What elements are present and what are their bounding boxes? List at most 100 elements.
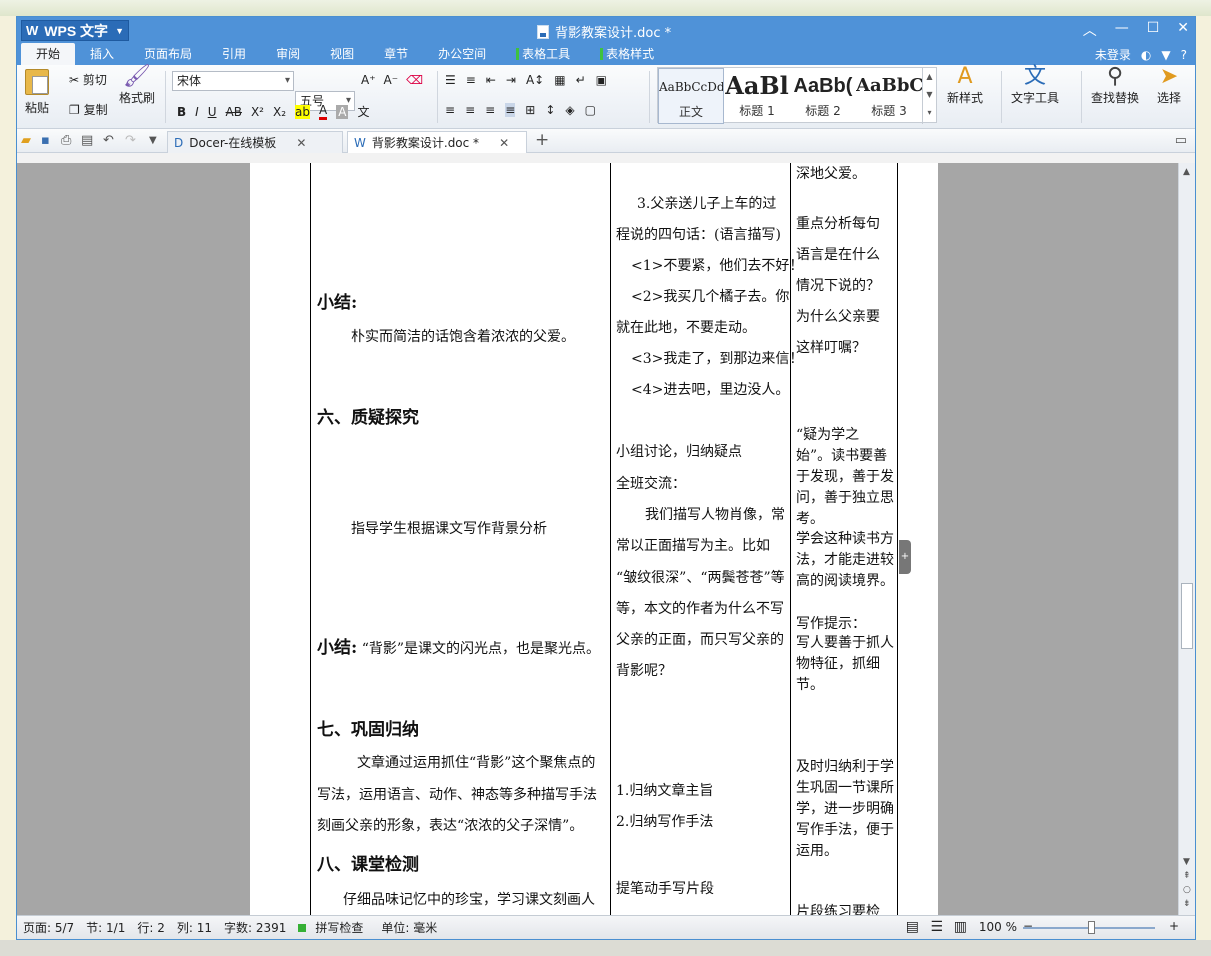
tab-references[interactable]: 引用 [207, 43, 261, 65]
scrollbar-thumb[interactable] [1181, 583, 1193, 649]
undo-icon[interactable]: ↶ [103, 133, 114, 148]
italic-icon[interactable]: I [195, 105, 199, 119]
shirt-icon[interactable]: ▼ [1161, 48, 1170, 62]
skin-icon[interactable]: ◐ [1141, 48, 1151, 62]
font-name-select[interactable]: 宋体 [172, 71, 294, 91]
underline-icon[interactable]: U [208, 105, 217, 119]
scroll-up-icon[interactable]: ▲ [1183, 167, 1190, 177]
zoom-out-icon[interactable]: − [1017, 919, 1039, 933]
prev-page-icon[interactable]: ⇞ [1183, 871, 1191, 881]
superscript-icon[interactable]: X² [251, 105, 264, 119]
save-icon[interactable]: ▪ [41, 133, 50, 148]
scroll-down-icon[interactable]: ▼ [1183, 857, 1190, 867]
justify-icon[interactable]: ≡ [505, 103, 516, 117]
char-shading-icon[interactable]: A [336, 104, 349, 119]
cut-button[interactable]: ✂ 剪切 [69, 71, 107, 88]
bullet-list-icon[interactable]: ☰ [445, 73, 456, 87]
tab-page-layout[interactable]: 页面布局 [129, 43, 207, 65]
decrease-indent-icon[interactable]: ⇤ [486, 73, 496, 87]
side-panel-toggle[interactable]: + [899, 540, 911, 574]
style-heading-1[interactable]: AaBl 标题 1 [724, 68, 790, 124]
next-page-icon[interactable]: ⇟ [1183, 899, 1191, 909]
help-button[interactable]: ? [1181, 48, 1187, 62]
zoom-slider-thumb[interactable] [1088, 921, 1095, 934]
text-direction-icon[interactable]: A↕ [526, 73, 544, 87]
grow-font-icon[interactable]: A⁺ [361, 73, 376, 87]
font-color-icon[interactable]: A [319, 103, 328, 120]
phonetic-icon[interactable]: 文 [357, 103, 369, 120]
minimize-button[interactable]: — [1115, 20, 1129, 40]
close-button[interactable]: ✕ [1177, 20, 1189, 40]
select-browse-icon[interactable]: ○ [1183, 885, 1191, 895]
new-tab-icon[interactable]: + [535, 130, 549, 150]
customize-chevron-icon[interactable]: ▼ [149, 135, 157, 146]
zoom-level[interactable]: 100 % [973, 920, 1023, 934]
tab-home[interactable]: 开始 [21, 43, 76, 65]
distributed-icon[interactable]: ⊞ [525, 103, 535, 117]
copy-button[interactable]: ❐ 复制 [69, 101, 108, 118]
align-right-icon[interactable]: ≡ [485, 103, 495, 117]
select-button[interactable]: ➤ 选择 [1157, 66, 1181, 106]
status-page[interactable]: 页面: 5/7 [17, 919, 80, 936]
find-replace-button[interactable]: ⚲ 查找替换 [1091, 66, 1139, 106]
web-view-icon[interactable]: ▥ [948, 919, 973, 935]
clear-format-icon[interactable]: ⌫ [406, 73, 423, 87]
format-painter-button[interactable]: 🖌 格式刷 [119, 66, 155, 106]
zoom-in-icon[interactable]: + [1163, 919, 1185, 933]
page-view-icon[interactable]: ▤ [900, 919, 925, 935]
note-f: 及时归纳利于学生巩固一节课所学，进一步明确写作手法，便于运用。 [796, 759, 894, 859]
tab-document[interactable]: W 背影教案设计.doc * ✕ [347, 131, 527, 153]
wps-logo-button[interactable]: W WPS 文字 ▼ [21, 20, 129, 41]
status-word-count[interactable]: 字数: 2391 [218, 919, 292, 936]
shrink-font-icon[interactable]: A⁻ [384, 73, 399, 87]
align-left-icon[interactable]: ≡ [445, 103, 455, 117]
print-preview-icon[interactable]: ▤ [81, 133, 93, 148]
tab-chapter[interactable]: 章节 [369, 43, 423, 65]
redo-icon[interactable]: ↷ [125, 133, 136, 148]
spell-check[interactable]: 拼写检查 [292, 919, 375, 936]
ribbon-separator [165, 71, 166, 123]
document-page[interactable]: 小结: 朴实而简洁的话饱含着浓浓的父爱。 六、质疑探究 指导学生根据课文写作背景… [250, 163, 938, 915]
outline-view-icon[interactable]: ☰ [924, 919, 949, 935]
tab-office-space[interactable]: 办公空间 [423, 43, 501, 65]
highlight-icon[interactable]: ab [295, 104, 310, 119]
style-heading-3[interactable]: AaBbC 标题 3 [856, 68, 922, 124]
tab-view[interactable]: 视图 [315, 43, 369, 65]
style-gallery-scroll[interactable]: ▲ ▼ ▾ [922, 68, 936, 124]
tab-table-style[interactable]: 表格样式 [585, 43, 669, 65]
table-grid-icon[interactable]: ▦ [554, 73, 565, 87]
ribbon-collapse-button[interactable]: ︿ [1083, 20, 1097, 40]
ribbon-separator [649, 71, 650, 123]
text-tools-button[interactable]: 文 文字工具 [1011, 66, 1059, 106]
print-icon[interactable]: ⎙ [61, 133, 71, 148]
tab-docer[interactable]: D Docer-在线模板 ✕ [167, 131, 343, 153]
tab-insert[interactable]: 插入 [75, 43, 129, 65]
maximize-button[interactable]: ☐ [1147, 20, 1160, 40]
tab-review[interactable]: 审阅 [261, 43, 315, 65]
style-normal[interactable]: AaBbCcDd 正文 [658, 68, 724, 124]
strikethrough-icon[interactable]: AB [226, 105, 242, 119]
login-link[interactable]: 未登录 [1095, 46, 1131, 63]
show-hide-icon[interactable]: ▣ [596, 73, 607, 87]
tab-table-tools[interactable]: 表格工具 [501, 43, 585, 65]
status-unit[interactable]: 单位: 毫米 [375, 919, 443, 936]
vertical-scrollbar[interactable]: ▲ ▼ ⇞ ○ ⇟ [1178, 163, 1195, 915]
open-folder-icon[interactable]: ▰ [21, 133, 31, 148]
section6-title: 六、质疑探究 [317, 408, 419, 428]
border-icon[interactable]: ▢ [585, 103, 596, 117]
bold-icon[interactable]: B [177, 105, 186, 119]
style-heading-2[interactable]: AaBb( 标题 2 [790, 68, 856, 124]
tab-list-icon[interactable]: ▭ [1175, 133, 1187, 148]
align-center-icon[interactable]: ≡ [465, 103, 475, 117]
close-tab-icon[interactable]: ✕ [499, 136, 509, 150]
paste-button[interactable]: 粘贴 [25, 69, 49, 116]
shading-icon[interactable]: ◈ [565, 103, 574, 117]
menu-right-area: 未登录 ◐ ▼ ? [1095, 46, 1187, 63]
line-spacing-icon[interactable]: ↕ [545, 103, 555, 117]
new-style-button[interactable]: A 新样式 [947, 66, 983, 106]
close-tab-icon[interactable]: ✕ [296, 136, 306, 150]
paragraph-mark-icon[interactable]: ↵ [576, 73, 586, 87]
numbered-list-icon[interactable]: ≡ [466, 73, 476, 87]
increase-indent-icon[interactable]: ⇥ [506, 73, 516, 87]
subscript-icon[interactable]: X₂ [273, 105, 286, 119]
